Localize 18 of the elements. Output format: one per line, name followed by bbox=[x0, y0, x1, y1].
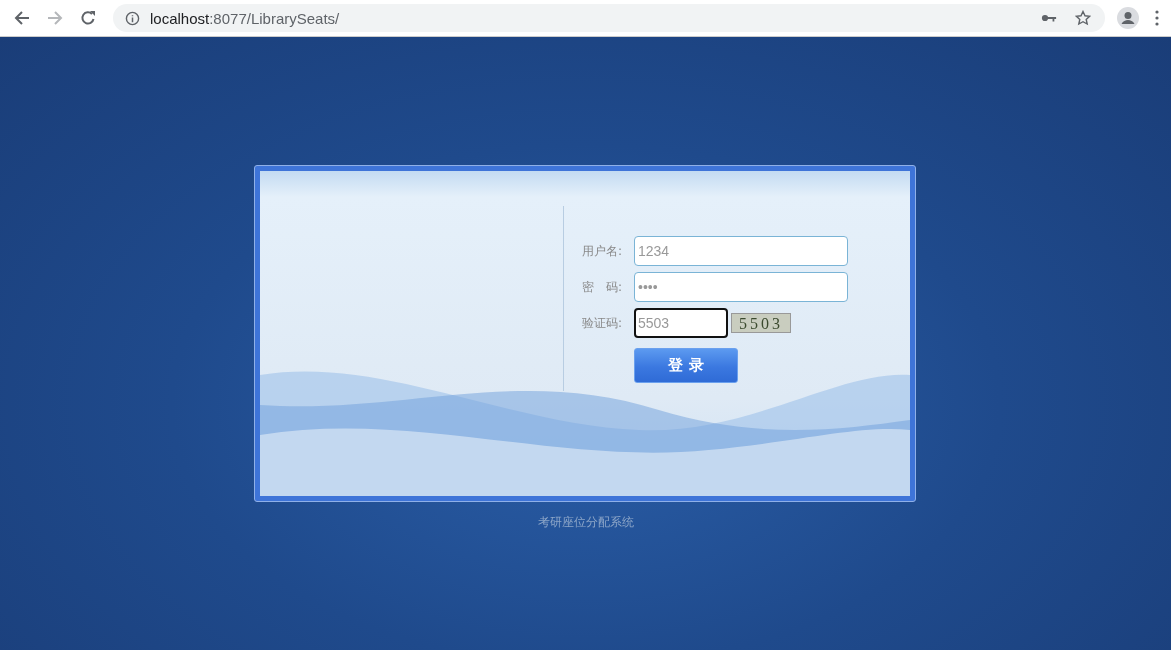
field-label: 用户名: bbox=[582, 242, 624, 260]
input-field[interactable]: •••• bbox=[634, 272, 848, 302]
profile-icon[interactable] bbox=[1117, 7, 1139, 29]
menu-icon[interactable] bbox=[1155, 10, 1159, 26]
url-text: localhost:8077/LibrarySeats/ bbox=[150, 9, 340, 27]
input-field[interactable]: 1234 bbox=[634, 236, 848, 266]
address-bar[interactable]: localhost:8077/LibrarySeats/ bbox=[113, 4, 1105, 32]
input-field[interactable]: 5503 bbox=[634, 308, 728, 338]
key-icon[interactable] bbox=[1041, 13, 1057, 23]
field-label: 密 码: bbox=[582, 278, 624, 296]
back-icon[interactable] bbox=[14, 10, 30, 26]
star-icon[interactable] bbox=[1075, 10, 1091, 26]
field-label: 验证码: bbox=[582, 314, 624, 332]
login-button[interactable]: 登 录 bbox=[634, 348, 738, 383]
info-icon bbox=[125, 10, 140, 26]
footer-text: 考研座位分配系统 bbox=[538, 514, 634, 531]
captcha-image[interactable]: 5503 bbox=[731, 313, 791, 333]
reload-icon[interactable] bbox=[80, 10, 96, 26]
